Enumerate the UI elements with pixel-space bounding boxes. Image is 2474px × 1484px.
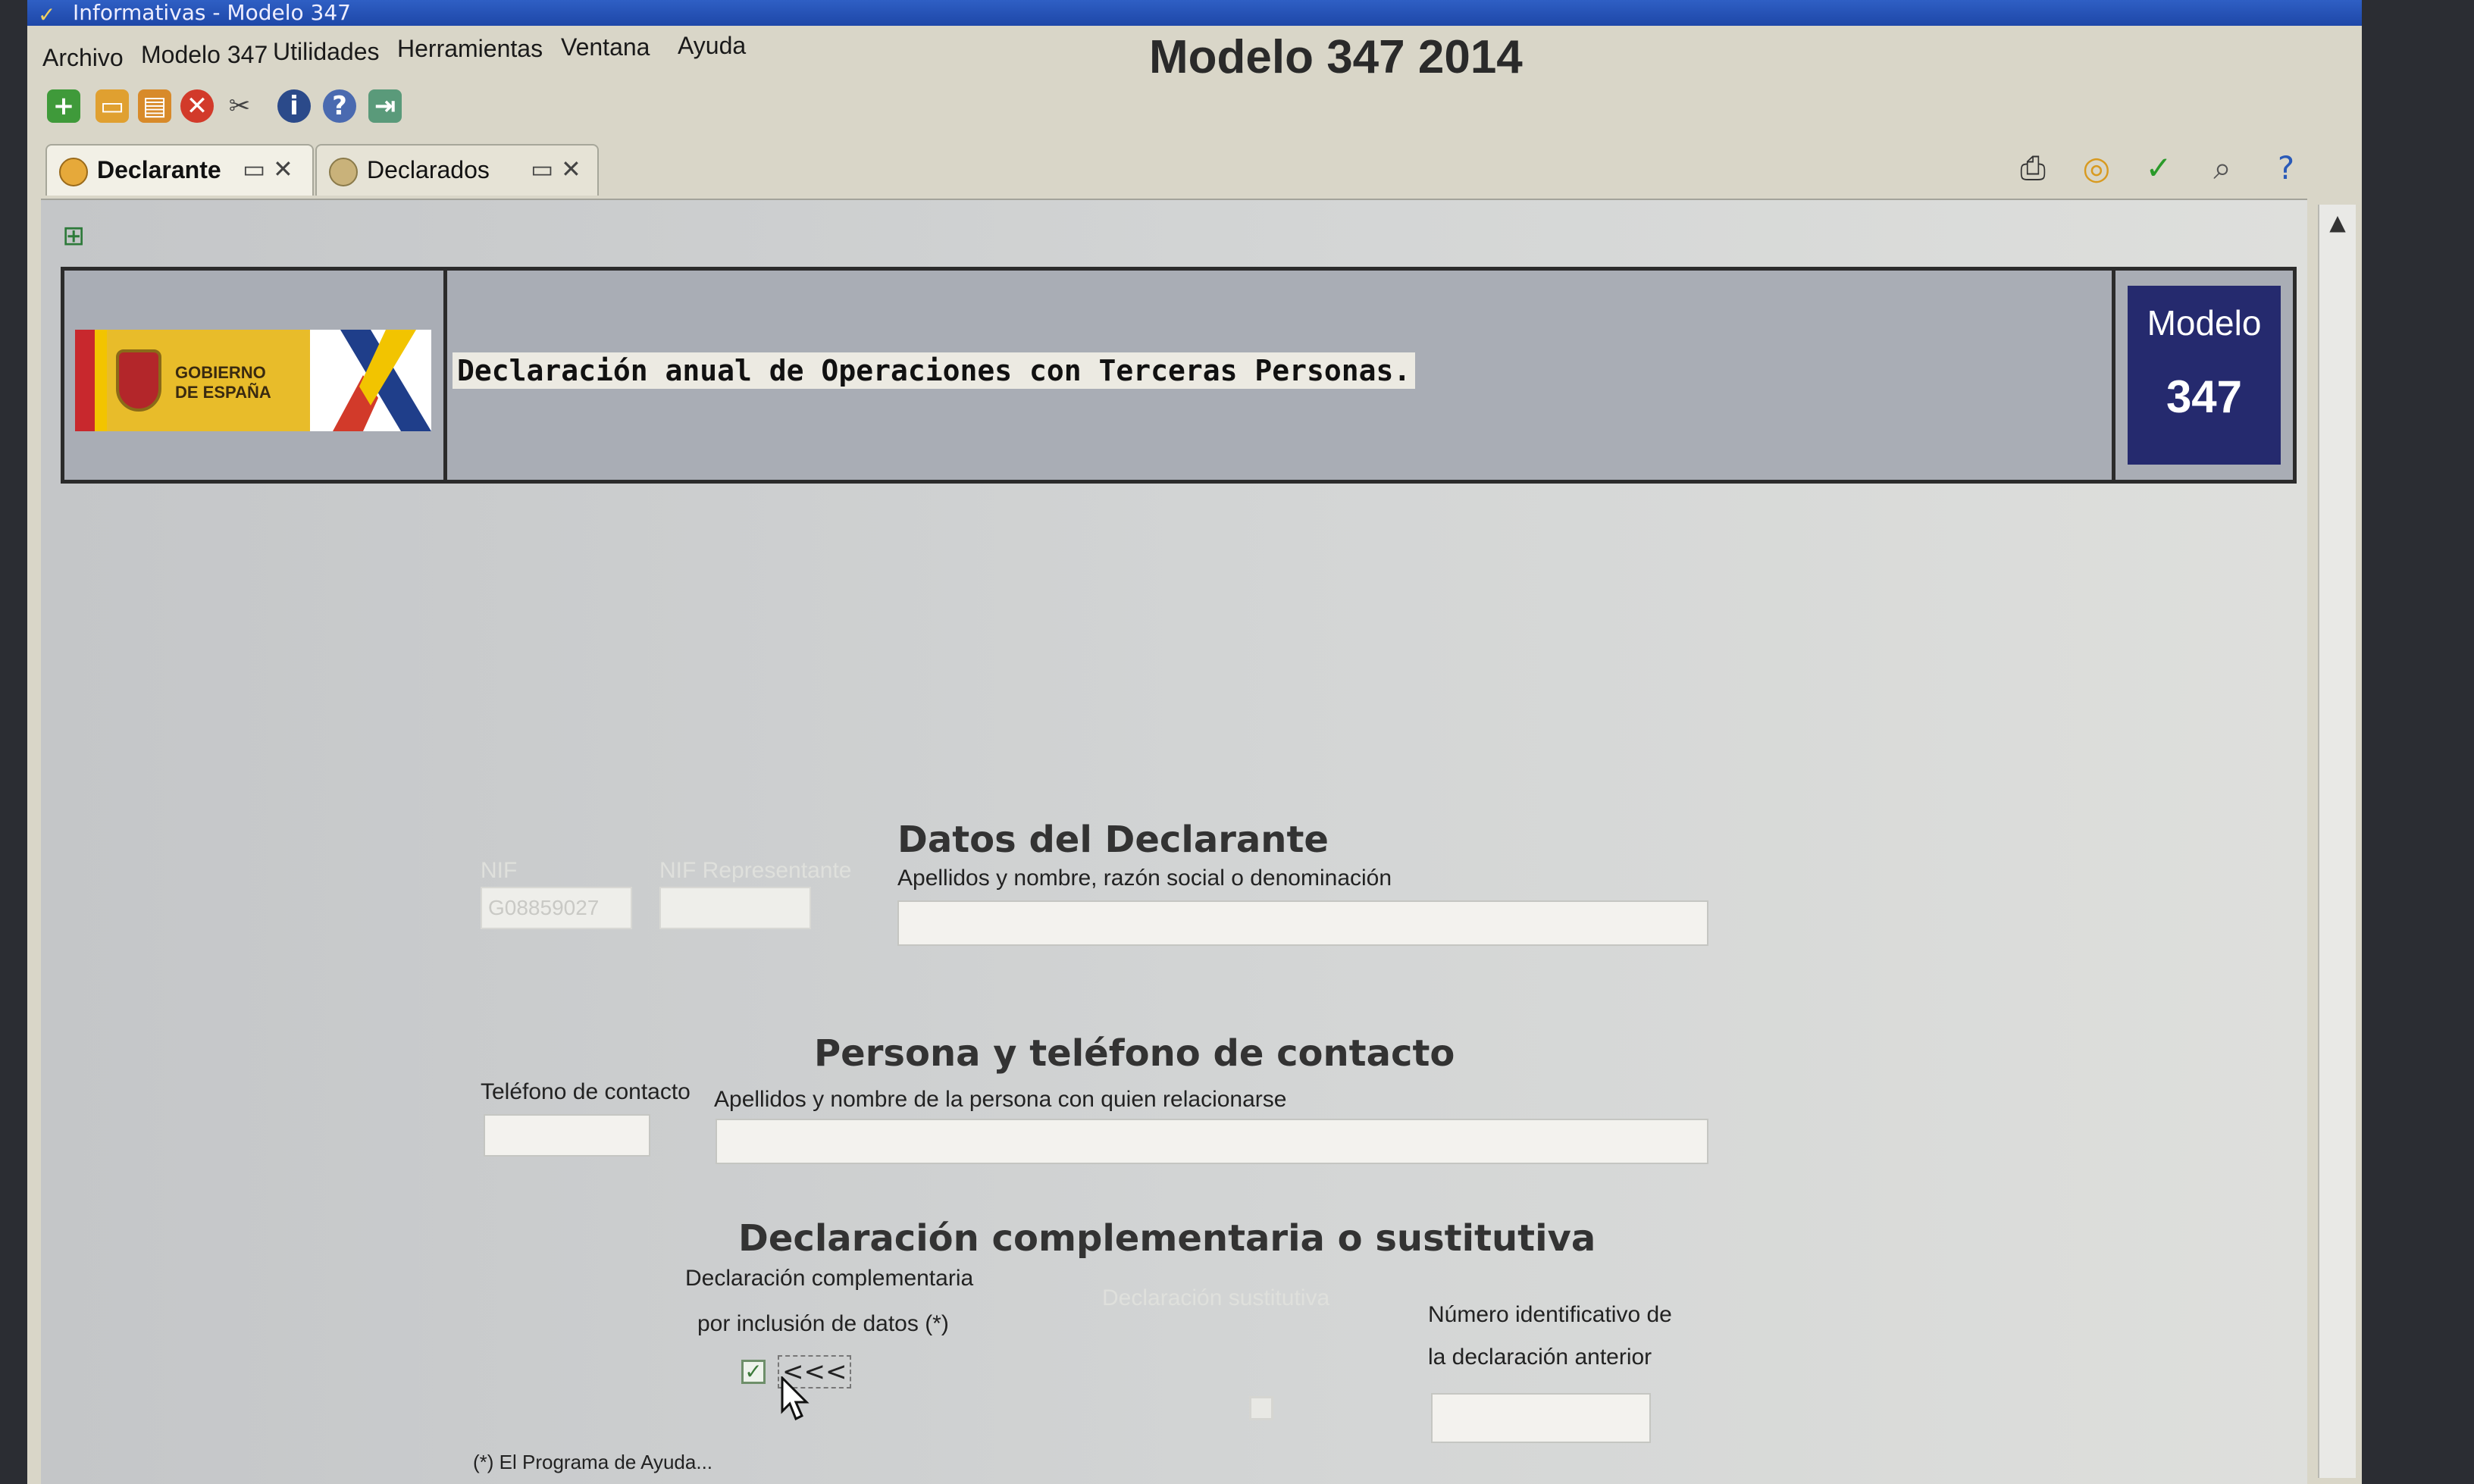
complementaria-label-2: por inclusión de datos (*) <box>697 1311 949 1336</box>
print-icon[interactable]: ⎙ <box>2013 149 2053 188</box>
complementaria-label-1: Declaración complementaria <box>685 1266 974 1291</box>
declarados-tab-icon <box>329 158 358 186</box>
right-toolbar: ⎙ ◎ ✓ ⌕ ? <box>2013 142 2332 196</box>
tab-declarante-label: Declarante <box>97 156 221 183</box>
menu-utilidades[interactable]: Utilidades <box>273 38 380 66</box>
form-header: GOBIERNO DE ESPAÑA Declaración anual de … <box>61 267 2297 484</box>
window-title: Informativas - Modelo 347 <box>73 0 351 25</box>
aeat-logo-icon <box>333 330 431 431</box>
footnote: (*) El Programa de Ayuda... <box>473 1451 713 1473</box>
info-icon[interactable]: i <box>277 89 311 123</box>
menu-herramientas[interactable]: Herramientas <box>397 35 543 63</box>
menu-archivo[interactable]: Archivo <box>42 44 124 72</box>
copy-icon[interactable]: ◎ <box>2077 149 2116 188</box>
nif-representante-field[interactable] <box>659 887 811 929</box>
app-icon: ✓ <box>38 2 56 27</box>
nif-representante-label: NIF Representante <box>659 858 852 883</box>
validate-icon[interactable]: ✓ <box>2139 149 2178 188</box>
menu-modelo-347[interactable]: Modelo 347 <box>141 41 268 69</box>
gobierno-logo: GOBIERNO DE ESPAÑA <box>75 330 431 431</box>
logo-text-gobierno: GOBIERNO <box>175 363 266 382</box>
app-title: Modelo 347 2014 <box>1149 31 1523 83</box>
exit-icon[interactable]: ⇥ <box>368 89 402 123</box>
tab-close-icon[interactable]: ✕ <box>561 155 581 183</box>
scroll-up-icon[interactable]: ▲ <box>2322 208 2353 238</box>
logo-cell: GOBIERNO DE ESPAÑA <box>64 271 447 480</box>
menu-ventana[interactable]: Ventana <box>561 33 650 61</box>
persona-contacto-label: Apellidos y nombre de la persona con qui… <box>714 1087 1287 1112</box>
modelo-number: 347 <box>2166 371 2243 422</box>
modelo-badge: Modelo 347 <box>2112 267 2297 484</box>
tab-restore-icon[interactable]: ▭ <box>243 155 265 183</box>
form-title: Declaración anual de Operaciones con Ter… <box>453 352 1416 389</box>
nif-label: NIF <box>481 858 518 883</box>
tree-view-icon[interactable]: ⊞ <box>62 221 92 252</box>
logo-text-espana: DE ESPAÑA <box>175 383 271 402</box>
vertical-scrollbar[interactable]: ▲ <box>2318 205 2356 1478</box>
declarante-section-title: Datos del Declarante <box>897 819 1329 861</box>
help-icon[interactable]: ? <box>2266 149 2306 188</box>
telefono-input[interactable] <box>484 1114 650 1157</box>
numero-anterior-input[interactable] <box>1431 1393 1651 1443</box>
persona-contacto-input[interactable] <box>716 1119 1708 1164</box>
tab-declarados[interactable]: Declarados ▭ ✕ <box>315 144 599 196</box>
complementaria-checkbox[interactable]: ✓ <box>741 1360 766 1384</box>
modelo-label: Modelo <box>2147 303 2262 343</box>
coat-of-arms-icon <box>116 349 161 412</box>
nif-value: G08859027 <box>488 896 600 919</box>
complementaria-section-title: Declaración complementaria o sustitutiva <box>738 1217 1596 1260</box>
save-icon[interactable]: ▤ <box>138 89 171 123</box>
numero-anterior-label-2: la declaración anterior <box>1428 1345 1652 1370</box>
form-panel: ⊞ GOBIERNO DE ESPAÑA Declaración anual d… <box>41 199 2307 1484</box>
tools-icon[interactable]: ✂ <box>223 89 256 123</box>
tab-close-icon[interactable]: ✕ <box>273 155 293 183</box>
razon-social-label: Apellidos y nombre, razón social o denom… <box>897 866 1392 891</box>
tab-declarados-label: Declarados <box>367 156 490 183</box>
menu-ayuda[interactable]: Ayuda <box>678 32 746 60</box>
nif-field[interactable]: G08859027 <box>481 887 632 929</box>
sustitutiva-label: Declaración sustitutiva <box>1102 1285 1330 1310</box>
mouse-cursor-icon <box>781 1376 810 1421</box>
open-folder-icon[interactable]: ▭ <box>96 89 129 123</box>
razon-social-input[interactable] <box>897 900 1708 946</box>
search-icon[interactable]: ⌕ <box>2203 149 2242 188</box>
app-window: ✓ Informativas - Modelo 347 Archivo Mode… <box>27 0 2362 1484</box>
declarante-tab-icon <box>59 158 88 186</box>
help-icon[interactable]: ? <box>323 89 356 123</box>
telefono-label: Teléfono de contacto <box>481 1079 691 1104</box>
contacto-section-title: Persona y teléfono de contacto <box>814 1032 1455 1075</box>
tab-declarante[interactable]: Declarante ▭ ✕ <box>45 144 314 196</box>
add-icon[interactable]: + <box>47 89 80 123</box>
sustitutiva-checkbox[interactable] <box>1249 1396 1273 1420</box>
delete-icon[interactable]: ✕ <box>180 89 214 123</box>
tab-restore-icon[interactable]: ▭ <box>531 155 553 183</box>
tab-strip: Declarante ▭ ✕ Declarados ▭ ✕ <box>35 139 717 197</box>
toolbar: + ▭ ▤ ✕ ✂ i ? ⇥ <box>42 82 497 135</box>
numero-anterior-label-1: Número identificativo de <box>1428 1302 1672 1327</box>
title-bar: ✓ Informativas - Modelo 347 <box>27 0 2362 27</box>
